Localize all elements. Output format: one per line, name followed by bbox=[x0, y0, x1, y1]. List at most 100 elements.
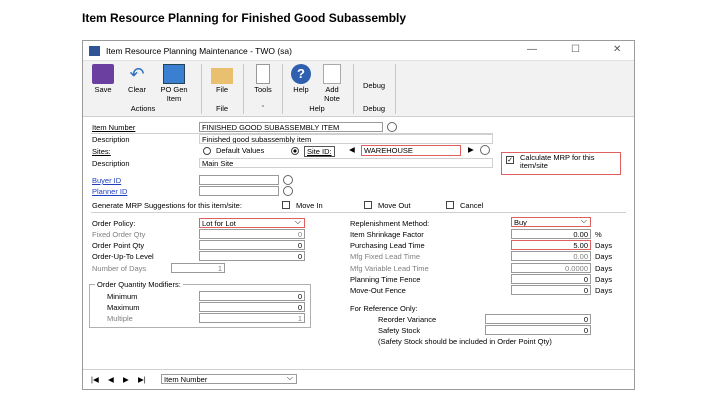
divider bbox=[353, 64, 354, 114]
reorder-variance-field: 0 bbox=[485, 314, 591, 324]
purchasing-lead-time-field[interactable]: 5.00 bbox=[511, 240, 591, 250]
next-site-icon[interactable]: ▶ bbox=[468, 145, 474, 154]
maximum-field[interactable]: 0 bbox=[199, 302, 305, 312]
mfg-variable-lead-time-field[interactable]: 0.0000 bbox=[511, 263, 591, 273]
divider bbox=[282, 64, 283, 114]
buyer-id-link[interactable]: Buyer ID bbox=[92, 176, 121, 185]
clear-button[interactable]: ↶ Clear bbox=[123, 64, 151, 94]
calculate-mrp-label: Calculate MRP for this item/site bbox=[520, 153, 595, 170]
ribbon: Save ↶ Clear PO Gen Item Actions File Fi… bbox=[83, 61, 634, 117]
sort-by-select[interactable]: Item Number bbox=[161, 374, 297, 384]
po-gen-label-2: Item bbox=[166, 94, 182, 103]
title-bar: Item Resource Planning Maintenance - TWO… bbox=[83, 41, 634, 61]
item-number-field[interactable]: FINISHED GOOD SUBASSEMBLY ITEM bbox=[199, 122, 383, 132]
item-lookup-icon[interactable] bbox=[387, 122, 397, 132]
group-tools: ˇ bbox=[261, 104, 265, 113]
divider bbox=[243, 64, 244, 114]
app-icon bbox=[89, 46, 100, 56]
po-gen-item-button[interactable]: PO Gen Item bbox=[157, 64, 191, 103]
multiple-field[interactable]: 1 bbox=[199, 313, 305, 323]
cancel-checkbox[interactable] bbox=[446, 201, 454, 209]
move-in-checkbox[interactable] bbox=[282, 201, 290, 209]
site-id-radio[interactable] bbox=[291, 147, 299, 155]
maximize-icon[interactable]: ☐ bbox=[571, 44, 580, 55]
order-up-to-field[interactable]: 0 bbox=[199, 251, 305, 261]
site-id-field[interactable]: WAREHOUSE bbox=[361, 145, 461, 156]
navigation-bar: |◀ ◀ ▶ ▶| Item Number bbox=[83, 369, 634, 389]
first-record-icon[interactable]: |◀ bbox=[91, 375, 99, 384]
note-icon bbox=[323, 64, 341, 84]
planner-id-link[interactable]: Planner ID bbox=[92, 187, 127, 196]
help-menu-button[interactable]: ? Help bbox=[287, 64, 315, 94]
add-note-button[interactable]: Add Note bbox=[318, 64, 346, 103]
minimum-label: Minimum bbox=[107, 292, 138, 301]
order-quantity-modifiers-label: Order Quantity Modifiers: bbox=[95, 280, 183, 289]
order-policy-select[interactable]: Lot for Lot bbox=[199, 218, 305, 228]
divider bbox=[91, 212, 626, 213]
file-menu-button[interactable]: File bbox=[207, 64, 237, 94]
previous-record-icon[interactable]: ◀ bbox=[108, 375, 114, 384]
move-out-checkbox[interactable] bbox=[364, 201, 372, 209]
mfg-fixed-lead-time-field[interactable]: 0.00 bbox=[511, 251, 591, 261]
folder-icon bbox=[211, 68, 233, 84]
minimize-icon[interactable]: — bbox=[527, 44, 537, 55]
days-unit: Days bbox=[595, 264, 613, 273]
multiple-label: Multiple bbox=[107, 314, 133, 323]
site-description-label: Description bbox=[92, 159, 130, 168]
divider bbox=[201, 64, 202, 114]
purchasing-lead-time-label: Purchasing Lead Time bbox=[350, 241, 425, 250]
replenishment-method-select[interactable]: Buy bbox=[511, 217, 591, 227]
last-record-icon[interactable]: ▶| bbox=[138, 375, 146, 384]
planner-lookup-icon[interactable] bbox=[283, 186, 293, 196]
shrinkage-factor-field[interactable]: 0.00 bbox=[511, 229, 591, 239]
save-icon bbox=[92, 64, 114, 84]
po-gen-label: PO Gen bbox=[160, 85, 188, 94]
move-out-fence-field[interactable]: 0 bbox=[511, 285, 591, 295]
site-lookup-icon[interactable] bbox=[480, 145, 490, 155]
maximum-label: Maximum bbox=[107, 303, 140, 312]
group-actions: Actions bbox=[130, 104, 156, 113]
buyer-lookup-icon[interactable] bbox=[283, 175, 293, 185]
move-in-label: Move In bbox=[296, 201, 323, 210]
help-label: Help bbox=[293, 85, 309, 94]
days-unit: Days bbox=[595, 252, 613, 261]
reorder-variance-label: Reorder Variance bbox=[378, 315, 437, 324]
mfg-variable-lead-time-label: Mfg Variable Lead Time bbox=[350, 264, 429, 273]
order-up-to-label: Order-Up-To Level bbox=[92, 252, 154, 261]
planner-id-field[interactable] bbox=[199, 186, 279, 196]
tools-menu-button[interactable]: Tools bbox=[248, 64, 278, 94]
debug-menu-button[interactable]: Debug bbox=[358, 81, 390, 90]
site-id-label: Site ID: bbox=[304, 146, 335, 157]
next-record-icon[interactable]: ▶ bbox=[123, 375, 129, 384]
clear-label: Clear bbox=[128, 85, 146, 94]
fixed-order-qty-label: Fixed Order Qty bbox=[92, 230, 146, 239]
order-point-qty-field[interactable]: 0 bbox=[199, 240, 305, 250]
default-values-label: Default Values bbox=[216, 146, 265, 155]
days-unit: Days bbox=[595, 241, 613, 250]
po-gen-icon bbox=[163, 64, 185, 84]
minimum-field[interactable]: 0 bbox=[199, 291, 305, 301]
planning-time-fence-field[interactable]: 0 bbox=[511, 274, 591, 284]
shrinkage-factor-label: Item Shrinkage Factor bbox=[350, 230, 424, 239]
default-values-radio[interactable] bbox=[203, 147, 211, 155]
site-description-field: Main Site bbox=[199, 158, 493, 168]
add-note-label: Add bbox=[325, 85, 339, 94]
debug-label: Debug bbox=[362, 81, 386, 90]
tools-label: Tools bbox=[254, 85, 272, 94]
number-of-days-field[interactable]: 1 bbox=[171, 263, 225, 273]
buyer-id-field[interactable] bbox=[199, 175, 279, 185]
days-unit: Days bbox=[595, 275, 613, 284]
safety-stock-note: (Safety Stock should be included in Orde… bbox=[378, 337, 552, 346]
description-field: Finished good subassembly item bbox=[199, 134, 493, 144]
move-out-fence-label: Move-Out Fence bbox=[350, 286, 406, 295]
fixed-order-qty-field[interactable]: 0 bbox=[199, 229, 305, 239]
reference-only-label: For Reference Only: bbox=[350, 304, 418, 313]
safety-stock-label: Safety Stock bbox=[378, 326, 421, 335]
close-icon[interactable]: ✕ bbox=[613, 44, 621, 55]
tools-icon bbox=[256, 64, 270, 84]
calculate-mrp-checkbox[interactable]: ✓ bbox=[506, 156, 514, 164]
group-debug: Debug bbox=[362, 104, 386, 113]
save-button[interactable]: Save bbox=[89, 64, 117, 94]
help-icon: ? bbox=[291, 64, 311, 84]
prev-site-icon[interactable]: ◀ bbox=[349, 145, 355, 154]
